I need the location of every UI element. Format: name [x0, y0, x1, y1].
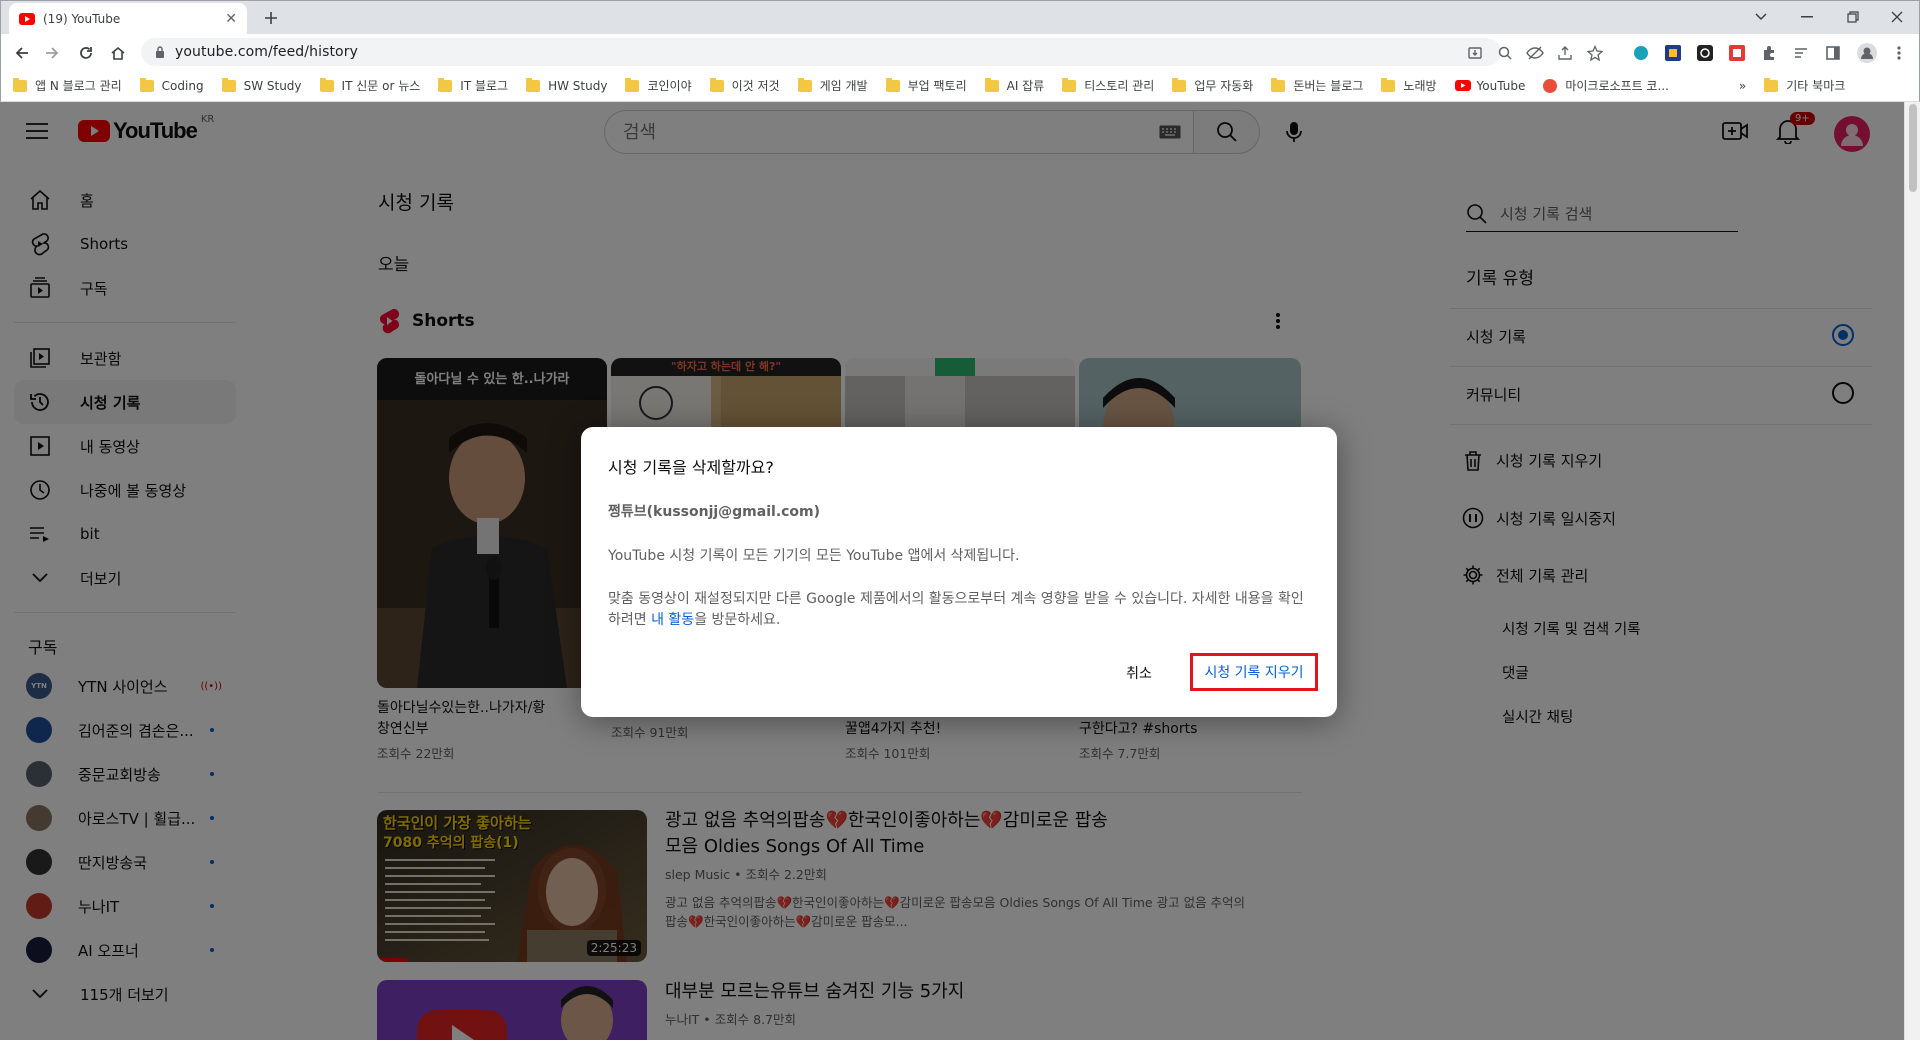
folder-icon [1062, 77, 1077, 92]
home-icon[interactable] [107, 42, 129, 64]
extensions-puzzle-icon[interactable] [1759, 43, 1779, 63]
extension-teal-icon[interactable] [1631, 43, 1651, 63]
tab-search-icon[interactable] [1741, 5, 1781, 29]
zoom-icon[interactable] [1495, 43, 1515, 63]
folder-icon [1764, 77, 1779, 92]
install-icon[interactable] [1465, 43, 1485, 63]
extension-red-icon[interactable] [1727, 43, 1747, 63]
folder-icon [709, 77, 724, 92]
bookmark-item[interactable]: Coding [139, 77, 204, 93]
close-window-icon[interactable] [1877, 5, 1917, 29]
folder-icon [797, 77, 812, 92]
clear-history-dialog: 시청 기록을 삭제할까요? 쩡튜브(kussonjj@gmail.com) Yo… [581, 427, 1337, 717]
lock-icon [155, 46, 165, 58]
reading-list-icon[interactable] [1791, 43, 1811, 63]
folder-icon [438, 77, 453, 92]
browser-tabstrip: (19) YouTube ✕ [0, 0, 1920, 35]
folder-icon [1172, 77, 1187, 92]
folder-icon [139, 77, 154, 92]
folder-icon [221, 77, 236, 92]
bookmark-item[interactable]: IT 블로그 [438, 77, 508, 94]
youtube-page: YouTube KR 9+ [0, 102, 1904, 1040]
extension-chatgpt-icon[interactable] [1695, 43, 1715, 63]
folder-icon [13, 77, 27, 92]
folder-icon [625, 77, 640, 92]
folder-icon [1381, 77, 1396, 92]
browser-tab[interactable]: (19) YouTube ✕ [9, 3, 247, 35]
bookmark-item[interactable]: HW Study [526, 77, 607, 93]
back-icon[interactable] [11, 42, 33, 64]
youtube-favicon-icon [1454, 80, 1471, 91]
microsoft-favicon-icon [1543, 78, 1558, 93]
bookmark-star-icon[interactable] [1585, 43, 1605, 63]
bookmark-item[interactable]: 코인이야 [625, 77, 692, 94]
bookmark-item[interactable]: 돈버는 블로그 [1271, 77, 1363, 94]
extension-blue-icon[interactable] [1663, 43, 1683, 63]
url-text: youtube.com/feed/history [175, 44, 358, 60]
bookmark-youtube[interactable]: YouTube [1454, 79, 1525, 93]
folder-icon [984, 77, 999, 92]
clear-history-button[interactable]: 시청 기록 지우기 [1190, 653, 1318, 691]
bookmark-item[interactable]: 앱 N 블로그 관리 [13, 77, 122, 94]
folder-icon [526, 77, 541, 92]
dialog-account: 쩡튜브(kussonjj@gmail.com) [608, 504, 821, 520]
eye-off-icon[interactable] [1525, 43, 1545, 63]
browser-menu-icon[interactable] [1889, 43, 1909, 63]
profile-icon[interactable] [1857, 43, 1877, 63]
page-scrollbar[interactable] [1904, 102, 1920, 1040]
bookmark-item[interactable]: 게임 개발 [797, 77, 868, 94]
tab-close-icon[interactable]: ✕ [225, 11, 237, 27]
bookmarks-bar: 앱 N 블로그 관리 Coding SW Study IT 신문 or 뉴스 I… [0, 70, 1920, 102]
bookmarks-overflow-button[interactable]: » [1739, 79, 1746, 93]
bookmark-item[interactable]: 업무 자동화 [1172, 77, 1253, 94]
scrollbar-thumb[interactable] [1909, 104, 1917, 192]
dialog-note: 맞춤 동영상이 재설정되지만 다른 Google 제품에서의 활동으로부터 계속… [608, 591, 1304, 628]
dialog-title: 시청 기록을 삭제할까요? [608, 458, 774, 477]
bookmark-item[interactable]: 부업 팩토리 [885, 77, 967, 94]
folder-icon [885, 77, 900, 92]
youtube-favicon-icon [19, 13, 35, 25]
bookmark-item[interactable]: 노래방 [1381, 77, 1437, 94]
folder-icon [1271, 77, 1286, 92]
bookmark-item[interactable]: SW Study [221, 77, 302, 93]
dialog-description: YouTube 시청 기록이 모든 기기의 모든 YouTube 앱에서 삭제됩… [608, 548, 1020, 564]
reload-icon[interactable] [75, 42, 97, 64]
bookmark-item[interactable]: 티스토리 관리 [1062, 77, 1154, 94]
bookmark-item[interactable]: IT 신문 or 뉴스 [319, 77, 420, 94]
minimize-icon[interactable] [1787, 5, 1827, 29]
browser-toolbar: youtube.com/feed/history [0, 34, 1920, 70]
bookmark-item[interactable]: AI 잡류 [984, 77, 1044, 94]
address-bar[interactable]: youtube.com/feed/history [141, 38, 1501, 66]
restore-icon[interactable] [1833, 5, 1873, 29]
forward-icon[interactable] [41, 42, 63, 64]
cancel-button[interactable]: 취소 [1109, 655, 1169, 691]
bookmark-microsoft[interactable]: 마이크로소프트 코... [1543, 77, 1669, 94]
side-panel-icon[interactable] [1823, 43, 1843, 63]
other-bookmarks[interactable]: 기타 북마크 [1764, 77, 1845, 94]
new-tab-button[interactable] [259, 6, 283, 30]
folder-icon [319, 77, 334, 92]
bookmark-item[interactable]: 이것 저것 [709, 77, 780, 94]
tab-title: (19) YouTube [43, 12, 121, 26]
share-icon[interactable] [1555, 43, 1575, 63]
my-activity-link[interactable]: 내 활동 [651, 612, 694, 628]
